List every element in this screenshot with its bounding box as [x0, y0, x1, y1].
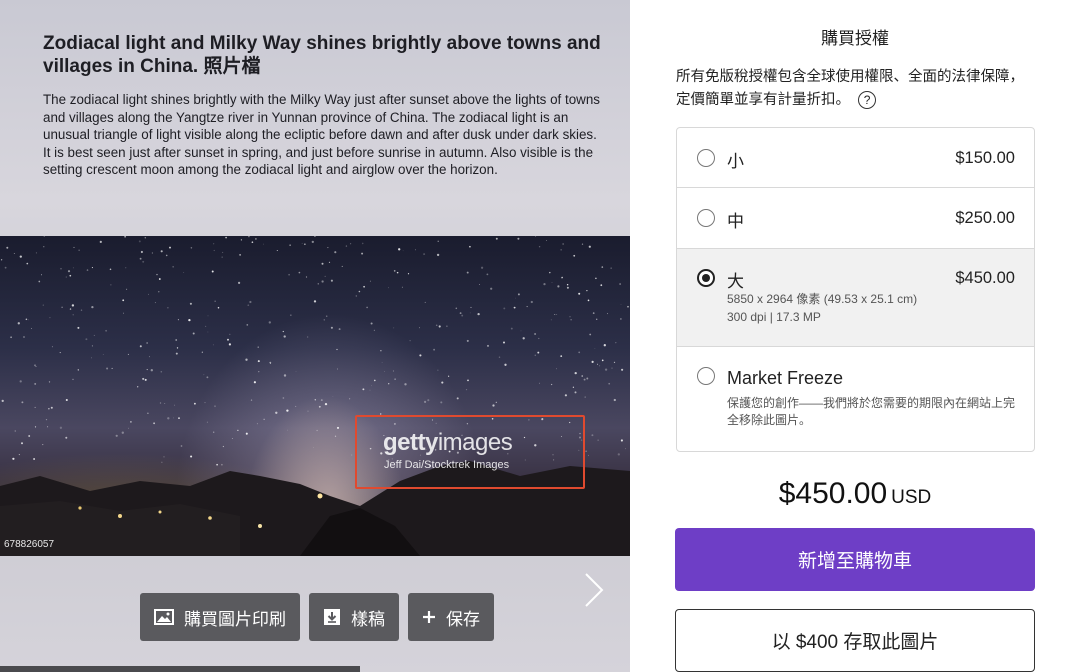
- getty-watermark-logo: gettyimages: [383, 429, 513, 456]
- license-heading: 購買授權: [821, 29, 889, 48]
- image-id: 678826057: [4, 539, 55, 550]
- plus-icon: [423, 611, 435, 623]
- next-image-chevron-icon[interactable]: [582, 570, 606, 610]
- comp-download-button[interactable]: 樣稿: [309, 593, 399, 641]
- help-icon[interactable]: ?: [858, 91, 877, 110]
- radio-large[interactable]: [697, 269, 715, 287]
- size-options: 小 $150.00 中 $250.00 大 $450.00 5850 x 296…: [676, 127, 1035, 452]
- watermark-highlight: gettyimages Jeff Dai/Stocktrek Images: [355, 415, 585, 489]
- radio-medium[interactable]: [697, 209, 715, 227]
- large-resolution: 300 dpi | 17.3 MP: [727, 310, 821, 324]
- buy-print-button[interactable]: 購買圖片印刷: [140, 593, 300, 641]
- add-to-cart-button[interactable]: 新增至購物車: [675, 528, 1035, 591]
- image-actions: 購買圖片印刷 樣稿 保存: [140, 593, 494, 641]
- photo-credit: Jeff Dai/Stocktrek Images: [384, 459, 510, 471]
- image-detail-panel: Zodiacal light and Milky Way shines brig…: [0, 0, 630, 672]
- save-to-board-button[interactable]: 保存: [408, 593, 494, 641]
- license-panel: 購買授權 所有免版稅授權包含全球使用權限、全面的法律保障，定價簡單並享有計量折扣…: [630, 0, 1080, 672]
- radio-small[interactable]: [697, 149, 715, 167]
- subscription-offer-button[interactable]: 以 $400 存取此圖片: [675, 609, 1035, 672]
- download-icon: [324, 609, 340, 625]
- market-freeze-description: 保護您的創作——我們將於您需要的期限內在網站上完全移除此圖片。: [727, 396, 1016, 427]
- image-title: Zodiacal light and Milky Way shines brig…: [43, 33, 601, 77]
- license-info: 所有免版稅授權包含全球使用權限、全面的法律保障，定價簡單並享有計量折扣。 ?: [676, 69, 1024, 110]
- size-option-large[interactable]: 大 $450.00 5850 x 2964 像素 (49.53 x 25.1 c…: [677, 249, 1034, 347]
- image-description: The zodiacal light shines brightly with …: [43, 92, 600, 177]
- preview-image[interactable]: 678826057 gettyimages Jeff Dai/Stocktrek…: [0, 236, 630, 556]
- size-option-small[interactable]: 小 $150.00: [677, 128, 1034, 188]
- large-dimensions: 5850 x 2964 像素 (49.53 x 25.1 cm): [727, 292, 918, 306]
- market-freeze-option[interactable]: Market Freeze 保護您的創作——我們將於您需要的期限內在網站上完全移…: [677, 347, 1034, 451]
- image-icon: [154, 609, 174, 625]
- scroll-indicator: [0, 666, 360, 672]
- radio-market-freeze[interactable]: [697, 367, 715, 385]
- total-price: $450.00 USD: [778, 477, 932, 510]
- size-option-medium[interactable]: 中 $250.00: [677, 188, 1034, 249]
